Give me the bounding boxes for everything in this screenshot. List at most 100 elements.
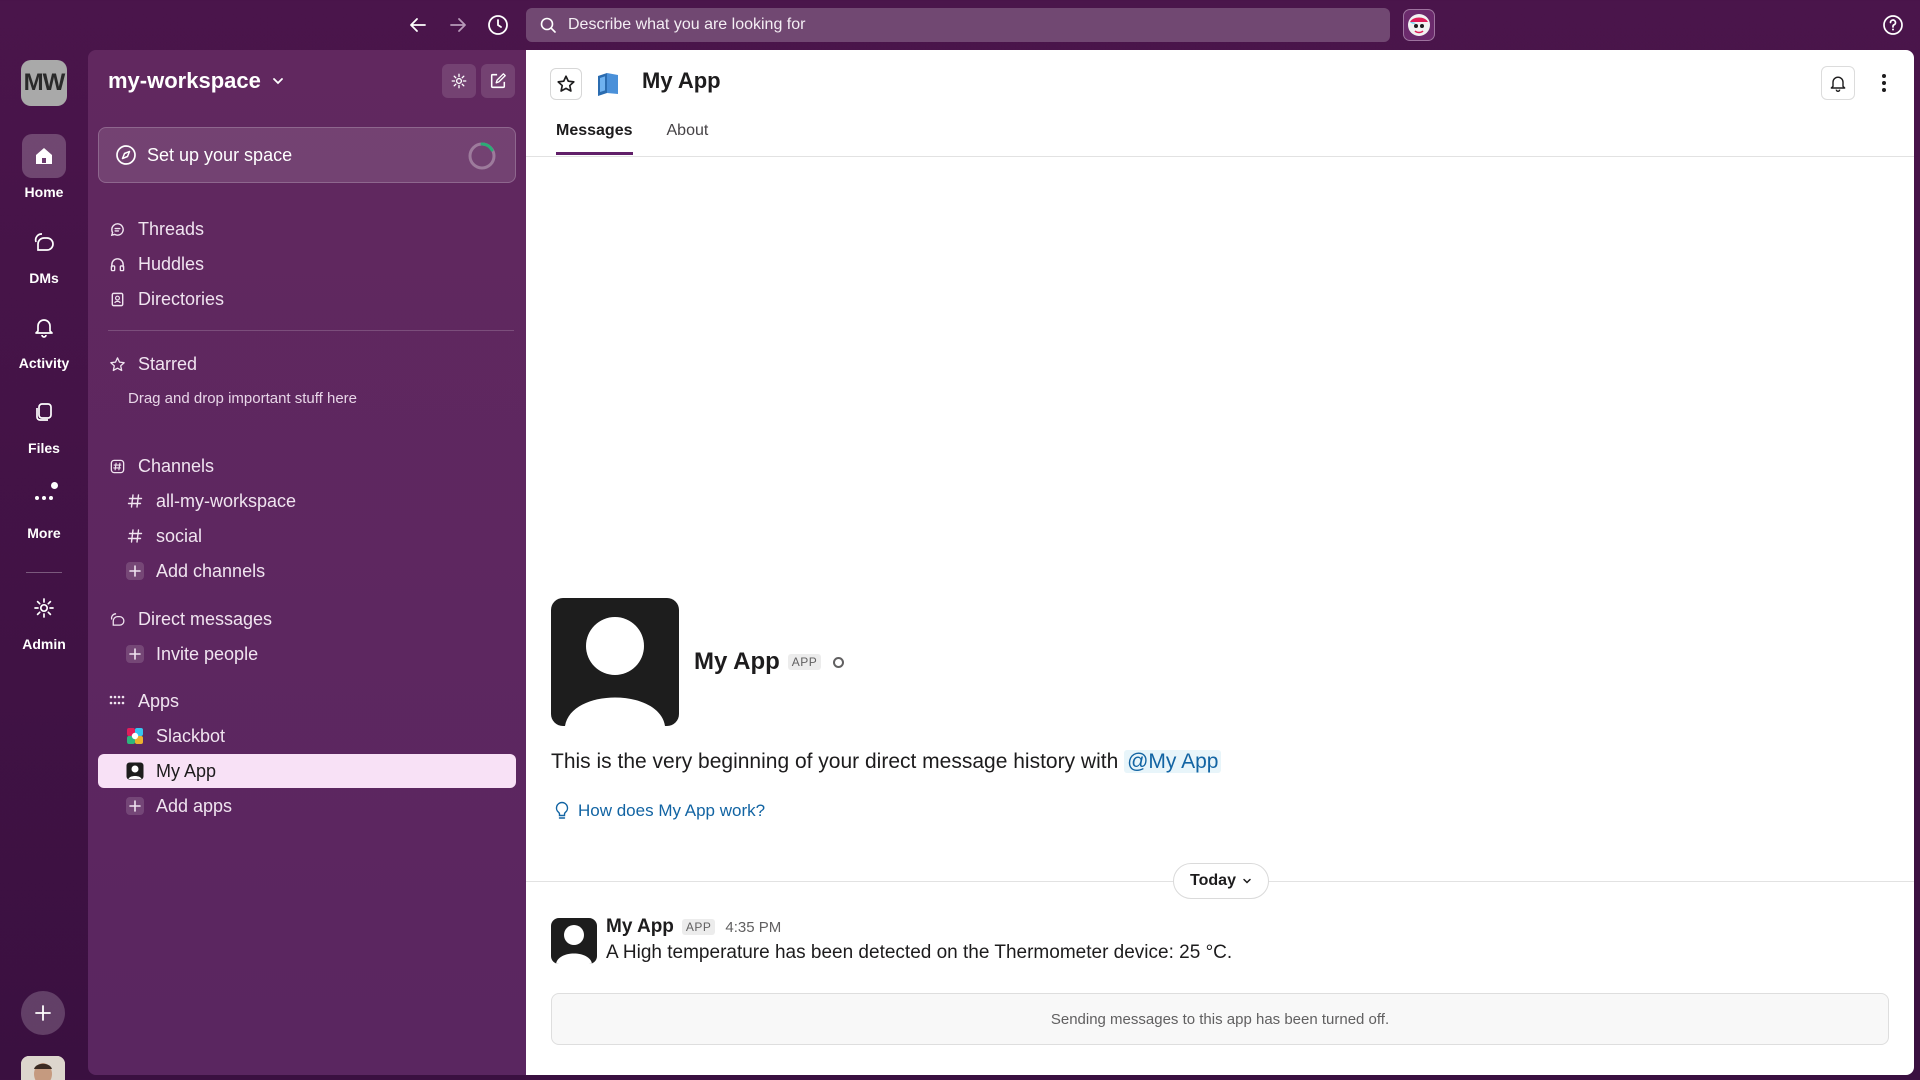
app-mention[interactable]: @My App <box>1124 750 1222 773</box>
directory-icon <box>111 292 123 306</box>
how-app-works-link[interactable]: How does My App work? <box>554 801 765 821</box>
sidebar-section-direct-messages[interactable]: Direct messages <box>98 602 516 636</box>
message-sender[interactable]: My App <box>606 916 674 938</box>
app-name: Slackbot <box>156 725 226 746</box>
plus-icon <box>129 648 141 660</box>
top-bar: Describe what you are looking for <box>0 0 1920 50</box>
compose-button[interactable] <box>481 64 515 98</box>
message-timestamp[interactable]: 4:35 PM <box>725 919 781 936</box>
back-arrow-icon[interactable] <box>405 12 431 38</box>
lightbulb-icon <box>555 801 569 819</box>
apps-grid-icon <box>109 695 125 705</box>
app-profile-avatar[interactable] <box>551 598 679 726</box>
apps-label: Apps <box>138 690 180 711</box>
sidebar-item-channel-all-my-workspace[interactable]: all-my-workspace <box>98 484 516 518</box>
star-icon <box>109 356 125 371</box>
intro-app-name[interactable]: My App APP <box>694 648 845 676</box>
add-channels-button[interactable]: Add channels <box>98 554 516 588</box>
app-name: My App <box>156 760 217 781</box>
history-clock-icon[interactable] <box>485 12 511 38</box>
rail-files[interactable]: Files <box>0 390 88 456</box>
forward-arrow-icon[interactable] <box>445 12 471 38</box>
rail-home-label: Home <box>24 184 64 200</box>
sidebar-section-channels[interactable]: Channels <box>98 449 516 483</box>
app-badge: APP <box>681 919 716 935</box>
sidebar-divider <box>108 330 514 331</box>
sidebar-item-threads-label: Threads <box>138 218 205 239</box>
intro-text-body: This is the very beginning of your direc… <box>551 750 1119 773</box>
workspace-logo[interactable]: MW <box>21 60 67 106</box>
sidebar-item-threads[interactable]: Threads <box>98 212 516 246</box>
how-app-works-text: How does My App work? <box>578 801 766 820</box>
ai-assistant-button[interactable] <box>1403 9 1435 41</box>
channel-name: social <box>156 525 203 546</box>
ai-assistant-icon <box>1408 14 1430 36</box>
tab-messages[interactable]: Messages <box>556 122 633 155</box>
setup-space-banner[interactable]: Set up your space <box>98 127 516 183</box>
invite-people-button[interactable]: Invite people <box>98 637 516 671</box>
home-icon <box>36 148 52 164</box>
sidebar-item-app-my-app[interactable]: My App <box>98 754 516 788</box>
help-icon[interactable] <box>1880 12 1906 38</box>
rail-dms-label: DMs <box>29 270 59 286</box>
channels-label: Channels <box>138 455 215 476</box>
starred-hint: Drag and drop important stuff here <box>128 390 358 407</box>
sidebar-item-directories-label: Directories <box>138 288 225 309</box>
progress-spinner-icon <box>468 142 496 170</box>
rail-activity[interactable]: Activity <box>0 305 88 371</box>
day-divider-button[interactable]: Today <box>1173 863 1269 899</box>
compass-icon <box>116 145 136 165</box>
sidebar-item-directories[interactable]: Directories <box>98 282 516 316</box>
tab-about[interactable]: About <box>667 122 709 155</box>
plus-icon <box>35 1005 51 1021</box>
conversation-tabs: Messages About <box>556 122 742 155</box>
messaging-disabled-notice: Sending messages to this app has been tu… <box>551 993 1889 1045</box>
add-apps-button[interactable]: Add apps <box>98 789 516 823</box>
invite-people-label: Invite people <box>156 643 259 664</box>
rail-admin[interactable]: Admin <box>0 586 88 652</box>
gear-icon <box>34 598 54 618</box>
rail-files-label: Files <box>28 440 60 456</box>
conversation-pane: My App Messages About My App APP This is… <box>526 50 1914 1075</box>
notifications-button[interactable] <box>1821 66 1855 100</box>
setup-space-label: Set up your space <box>147 144 293 165</box>
search-icon <box>540 17 556 33</box>
dms-icon <box>34 233 54 251</box>
add-workspace-button[interactable] <box>21 991 65 1035</box>
sidebar-section-apps[interactable]: Apps <box>98 684 516 718</box>
message-avatar[interactable] <box>551 918 597 964</box>
workspace-settings-button[interactable] <box>442 64 476 98</box>
bell-icon <box>1830 76 1846 92</box>
direct-messages-label: Direct messages <box>138 608 273 629</box>
user-avatar[interactable] <box>21 1056 65 1080</box>
sidebar-item-huddles-label: Huddles <box>138 253 205 274</box>
presence-away-icon <box>833 656 845 668</box>
rail-more[interactable]: More <box>0 475 88 541</box>
chevron-down-icon <box>1243 878 1251 884</box>
sidebar-item-app-slackbot[interactable]: Slackbot <box>98 719 516 753</box>
star-conversation-button[interactable] <box>550 68 582 100</box>
starred-label: Starred <box>138 353 198 374</box>
conversation-title[interactable]: My App <box>642 68 721 94</box>
compose-icon <box>490 73 506 89</box>
workspace-name: my-workspace <box>108 68 261 93</box>
gear-icon <box>451 73 467 89</box>
bell-icon <box>35 319 53 338</box>
sidebar: my-workspace Set up your space Threads H… <box>88 50 526 1075</box>
more-options-button[interactable] <box>1869 66 1899 100</box>
workspace-switcher[interactable]: my-workspace <box>108 66 285 96</box>
rail-home[interactable]: Home <box>0 134 88 200</box>
sidebar-item-channel-social[interactable]: social <box>98 519 516 553</box>
rail-dms[interactable]: DMs <box>0 220 88 286</box>
sidebar-item-huddles[interactable]: Huddles <box>98 247 516 281</box>
search-bar[interactable]: Describe what you are looking for <box>526 8 1390 42</box>
workspace-rail: MW Home DMs Activity Files More Admin <box>0 50 88 1080</box>
dms-icon <box>110 612 125 626</box>
app-badge: APP <box>787 654 822 670</box>
sidebar-section-starred[interactable]: Starred <box>98 347 516 381</box>
app-avatar-icon <box>126 762 144 780</box>
add-channels-label: Add channels <box>156 560 266 581</box>
intro-app-name-text: My App <box>694 648 780 675</box>
add-apps-label: Add apps <box>156 795 233 816</box>
files-icon <box>36 403 52 421</box>
